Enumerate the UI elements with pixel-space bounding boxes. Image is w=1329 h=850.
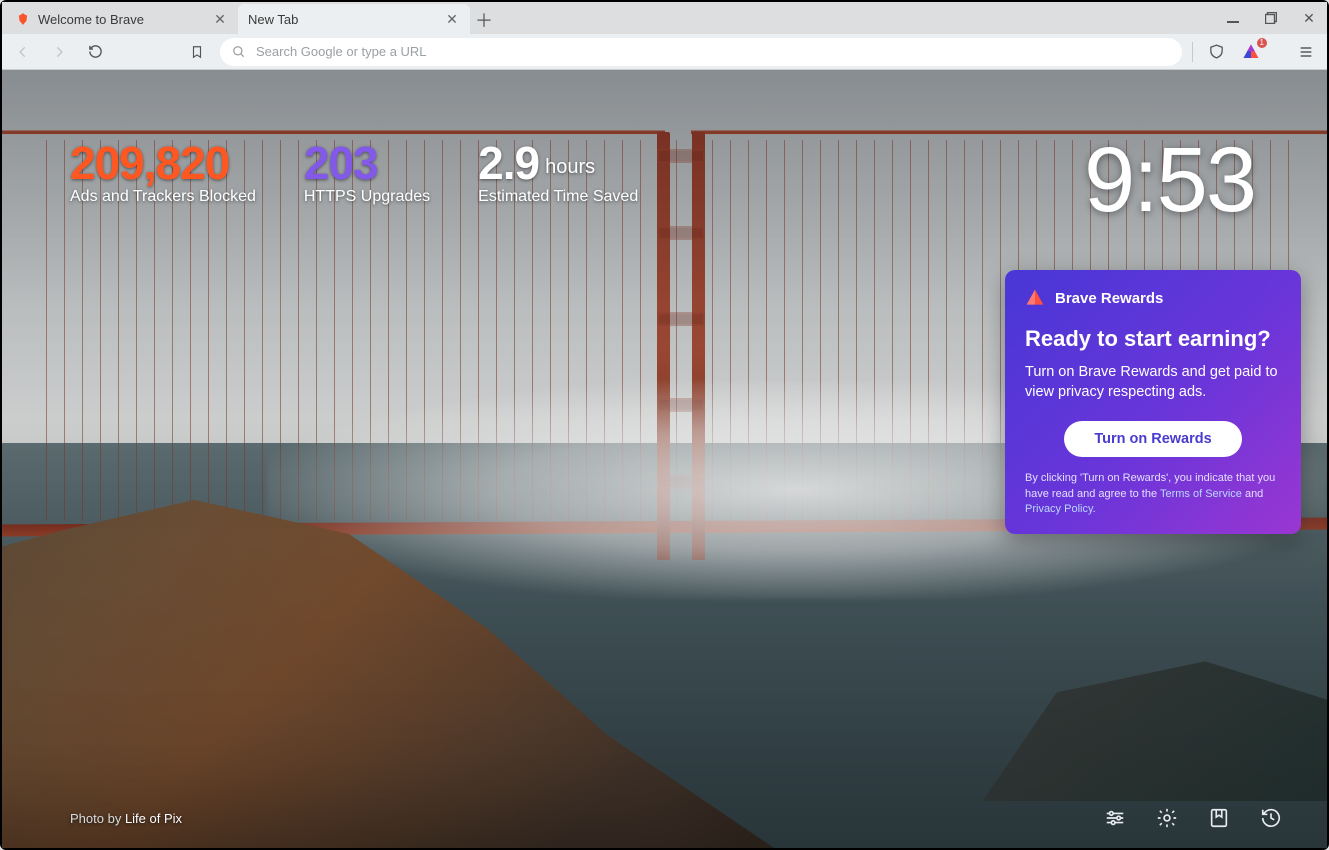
forward-button[interactable] bbox=[46, 39, 72, 65]
search-icon bbox=[232, 45, 246, 59]
tab-newtab[interactable]: New Tab ✕ bbox=[238, 4, 470, 34]
close-icon[interactable]: ✕ bbox=[212, 11, 228, 27]
rewards-button[interactable]: 1 bbox=[1239, 40, 1263, 64]
stat-https-upgrades: 203 HTTPS Upgrades bbox=[304, 140, 430, 206]
photo-author-link[interactable]: Life of Pix bbox=[125, 811, 182, 826]
close-icon[interactable]: ✕ bbox=[444, 11, 460, 27]
tab-welcome[interactable]: Welcome to Brave ✕ bbox=[6, 4, 238, 34]
close-window-icon[interactable]: ✕ bbox=[1297, 6, 1321, 30]
turn-on-rewards-button[interactable]: Turn on Rewards bbox=[1064, 421, 1241, 457]
rewards-brand: Brave Rewards bbox=[1055, 290, 1163, 307]
stat-label: HTTPS Upgrades bbox=[304, 188, 430, 206]
rewards-fineprint: By clicking 'Turn on Rewards', you indic… bbox=[1025, 471, 1281, 519]
tab-title: Welcome to Brave bbox=[38, 12, 204, 27]
stats-row: 209,820 Ads and Trackers Blocked 203 HTT… bbox=[70, 140, 638, 206]
address-bar[interactable] bbox=[220, 38, 1182, 66]
rewards-card: Brave Rewards Ready to start earning? Tu… bbox=[1005, 270, 1301, 534]
menu-button[interactable] bbox=[1293, 39, 1319, 65]
bookmark-button[interactable] bbox=[184, 39, 210, 65]
tab-title: New Tab bbox=[248, 12, 436, 27]
window-controls: ✕ bbox=[1221, 2, 1321, 34]
brave-favicon bbox=[16, 12, 30, 26]
url-input[interactable] bbox=[256, 44, 1170, 59]
maximize-icon[interactable] bbox=[1259, 6, 1283, 30]
new-tab-page: 209,820 Ads and Trackers Blocked 203 HTT… bbox=[2, 70, 1327, 848]
stat-value: 209,820 bbox=[70, 140, 256, 186]
minimize-icon[interactable] bbox=[1221, 6, 1245, 30]
settings-icon[interactable] bbox=[1153, 804, 1181, 832]
toolbar-divider bbox=[1192, 42, 1193, 62]
stat-label: Estimated Time Saved bbox=[478, 188, 638, 206]
customize-icon[interactable] bbox=[1101, 804, 1129, 832]
stat-value: 2.9 bbox=[478, 137, 539, 189]
privacy-link[interactable]: Privacy Policy bbox=[1025, 503, 1093, 515]
history-icon[interactable] bbox=[1257, 804, 1285, 832]
back-button[interactable] bbox=[10, 39, 36, 65]
terms-link[interactable]: Terms of Service bbox=[1160, 488, 1242, 500]
clock: 9:53 bbox=[1084, 128, 1255, 233]
stat-label: Ads and Trackers Blocked bbox=[70, 188, 256, 206]
ntp-toolbar bbox=[1101, 804, 1285, 832]
new-tab-button[interactable]: ＋ bbox=[470, 6, 498, 34]
photo-credit: Photo by Life of Pix bbox=[70, 811, 182, 826]
stat-value: 203 bbox=[304, 140, 430, 186]
brave-rewards-icon bbox=[1025, 288, 1045, 308]
rewards-badge: 1 bbox=[1257, 38, 1267, 48]
rewards-lead: Turn on Brave Rewards and get paid to vi… bbox=[1025, 362, 1281, 403]
stat-unit: hours bbox=[545, 156, 595, 178]
tab-strip: Welcome to Brave ✕ New Tab ✕ ＋ ✕ bbox=[2, 2, 1327, 34]
stat-ads-blocked: 209,820 Ads and Trackers Blocked bbox=[70, 140, 256, 206]
reload-button[interactable] bbox=[82, 39, 108, 65]
bookmarks-icon[interactable] bbox=[1205, 804, 1233, 832]
rewards-title: Ready to start earning? bbox=[1025, 326, 1281, 352]
toolbar: 1 bbox=[2, 34, 1327, 70]
shields-button[interactable] bbox=[1203, 39, 1229, 65]
stat-time-saved: 2.9 hours Estimated Time Saved bbox=[478, 140, 638, 206]
